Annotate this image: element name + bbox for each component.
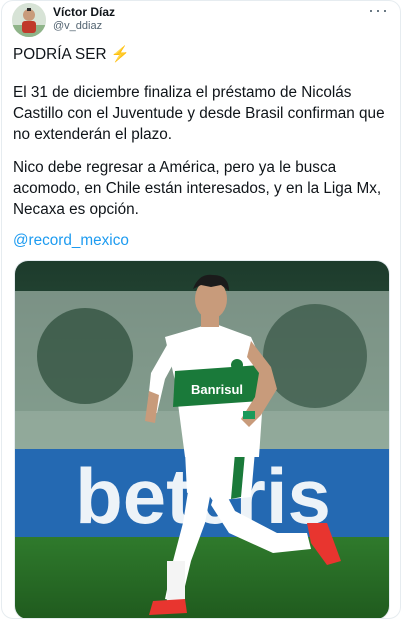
avatar[interactable] <box>12 3 46 37</box>
lightning-icon: ⚡ <box>110 46 130 63</box>
jersey-sponsor-text: Banrisul <box>191 382 243 397</box>
tweet-header: Víctor Díaz @v_ddiaz ··· <box>2 1 400 41</box>
mention-link[interactable]: @record_mexico <box>13 232 129 250</box>
football-player-photo: betcris Banrisul <box>15 261 389 618</box>
tweet-media-photo[interactable]: betcris Banrisul <box>14 260 390 618</box>
author-name[interactable]: Víctor Díaz <box>53 5 115 19</box>
tweet-paragraph-1: El 31 de diciembre finaliza el préstamo … <box>13 84 385 143</box>
tweet-card[interactable]: Víctor Díaz @v_ddiaz ··· PODRÍA SER ⚡ El… <box>1 0 401 619</box>
more-horizontal-icon[interactable]: ··· <box>368 1 389 19</box>
tweet-headline: PODRÍA SER ⚡ <box>13 44 393 65</box>
author-handle[interactable]: @v_ddiaz <box>53 20 102 32</box>
tweet-paragraph-2: Nico debe regresar a América, pero ya le… <box>13 159 382 218</box>
headline-text: PODRÍA SER <box>13 46 107 63</box>
